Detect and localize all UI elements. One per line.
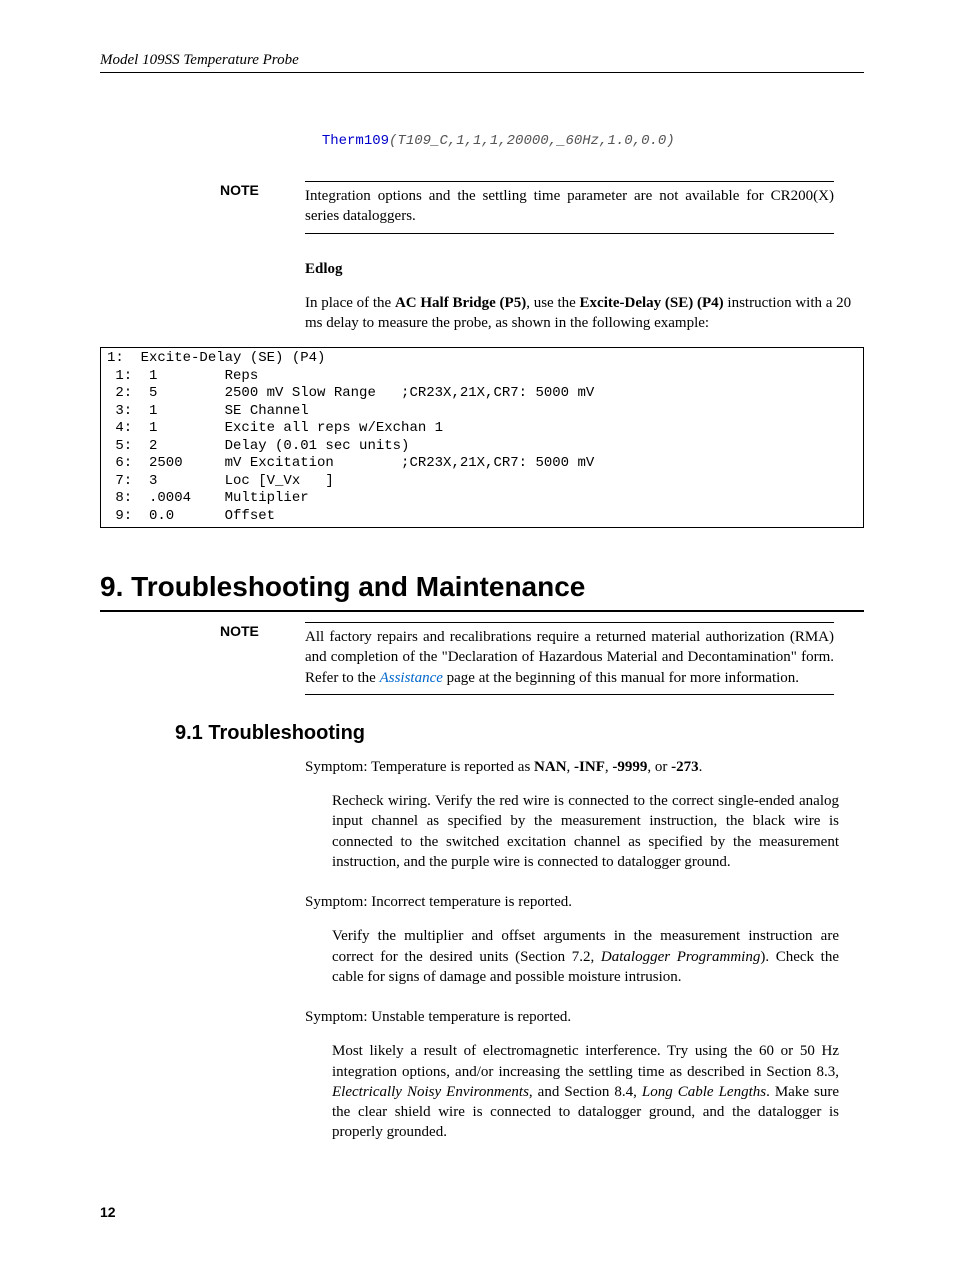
text: .	[699, 759, 703, 775]
running-header: Model 109SS Temperature Probe	[100, 50, 864, 73]
text: In place of the	[305, 295, 395, 311]
code-args: (T109_C,1,1,1,20000,_60Hz,1.0,0.0)	[389, 133, 675, 149]
note-body: Integration options and the settling tim…	[305, 181, 834, 234]
section-9-1-heading: 9.1 Troubleshooting	[175, 720, 864, 747]
text-bold: NAN	[534, 759, 567, 775]
text-bold: -INF	[574, 759, 605, 775]
text: ,	[567, 759, 575, 775]
code-function: Therm109	[322, 133, 389, 149]
symptom-1: Symptom: Temperature is reported as NAN,…	[305, 757, 864, 777]
edlog-intro: In place of the AC Half Bridge (P5), use…	[305, 293, 864, 334]
remedy-3: Most likely a result of electromagnetic …	[332, 1041, 839, 1142]
text-bold: AC Half Bridge (P5)	[395, 295, 526, 311]
text: page at the beginning of this manual for…	[443, 670, 799, 686]
note-block-1: NOTE Integration options and the settlin…	[220, 181, 834, 234]
text: Most likely a result of electromagnetic …	[332, 1043, 839, 1079]
text: , and Section 8.4,	[529, 1084, 642, 1100]
page-number: 12	[100, 1203, 864, 1222]
note-block-2: NOTE All factory repairs and recalibrati…	[220, 622, 834, 695]
code-inline-example: Therm109(T109_C,1,1,1,20000,_60Hz,1.0,0.…	[305, 113, 864, 151]
note-label: NOTE	[220, 622, 305, 641]
text-bold: -273	[671, 759, 699, 775]
text-italic: Electrically Noisy Environments	[332, 1084, 529, 1100]
text: , or	[647, 759, 671, 775]
edlog-code-box: 1: Excite-Delay (SE) (P4) 1: 1 Reps 2: 5…	[100, 347, 864, 528]
section-9-heading: 9. Troubleshooting and Maintenance	[100, 568, 864, 612]
note-body: All factory repairs and recalibrations r…	[305, 622, 834, 695]
text-bold: -9999	[612, 759, 647, 775]
edlog-heading: Edlog	[305, 259, 864, 279]
symptom-3: Symptom: Unstable temperature is reporte…	[305, 1007, 864, 1027]
text-italic: Long Cable Lengths	[642, 1084, 766, 1100]
symptom-2: Symptom: Incorrect temperature is report…	[305, 892, 864, 912]
note-label: NOTE	[220, 181, 305, 200]
remedy-1: Recheck wiring. Verify the red wire is c…	[332, 791, 839, 872]
remedy-2: Verify the multiplier and offset argumen…	[332, 926, 839, 987]
text: , use the	[526, 295, 579, 311]
edlog-section: Edlog In place of the AC Half Bridge (P5…	[305, 259, 864, 334]
text-italic: Datalogger Programming	[601, 949, 760, 965]
text-bold: Excite-Delay (SE) (P4)	[580, 295, 724, 311]
assistance-link[interactable]: Assistance	[380, 670, 443, 686]
text: Symptom: Temperature is reported as	[305, 759, 534, 775]
